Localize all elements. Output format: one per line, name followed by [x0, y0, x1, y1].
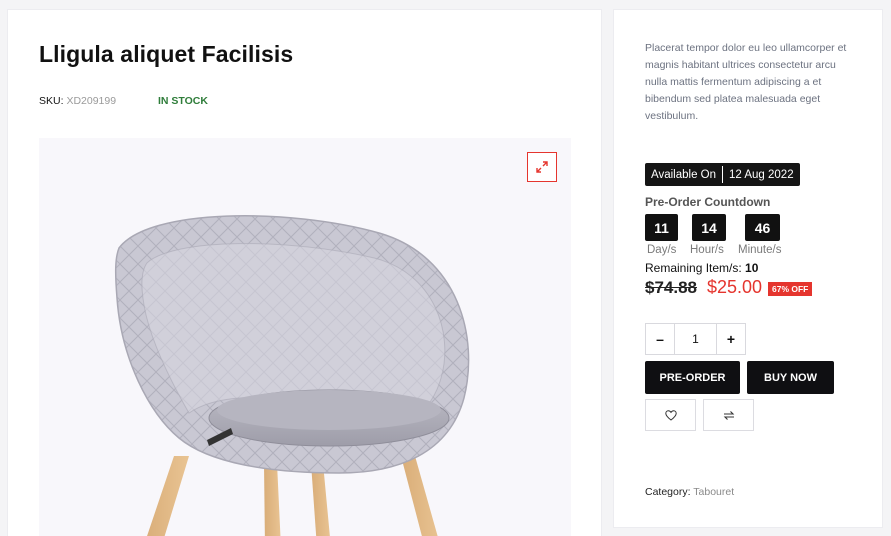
swap-arrows-icon [723, 410, 734, 420]
countdown-days-label: Day/s [647, 244, 677, 256]
product-gallery-card: Lligula aliquet Facilisis SKU: XD209199 … [7, 9, 602, 536]
availability-label: Available On [651, 168, 716, 181]
product-description: Placerat tempor dolor eu leo ullamcorper… [645, 42, 847, 122]
compare-button[interactable] [703, 399, 754, 431]
product-image[interactable] [39, 138, 571, 536]
category-line: Category: Tabouret [645, 486, 734, 498]
countdown-minutes-label: Minute/s [738, 244, 782, 256]
availability-badge: Available On 12 Aug 2022 [645, 163, 800, 186]
category-label: Category: [645, 486, 691, 498]
zoom-button[interactable] [527, 152, 557, 182]
quantity-decrease-button[interactable]: – [646, 324, 674, 354]
chair-image [114, 215, 470, 536]
product-summary-card: Placerat tempor dolor eu leo ullamcorper… [613, 9, 883, 528]
sku-value: XD209199 [66, 95, 117, 107]
quantity-input[interactable]: 1 [674, 324, 717, 354]
product-title: Lligula aliquet Facilisis [39, 41, 294, 67]
sku-label: SKU: [39, 95, 64, 107]
remaining-value: 10 [745, 261, 759, 275]
remaining-items: Remaining Item/s: 10 [645, 261, 758, 275]
sale-price: $25.00 [707, 277, 763, 297]
heart-icon [664, 409, 677, 421]
sku-line: SKU: XD209199 [39, 95, 116, 107]
buy-now-button[interactable]: BUY NOW [747, 361, 834, 394]
countdown-hours: 14 [692, 214, 726, 241]
quantity-stepper: – 1 + [645, 323, 746, 355]
remaining-label: Remaining Item/s: [645, 261, 742, 275]
category-link[interactable]: Tabouret [693, 486, 734, 498]
availability-date: 12 Aug 2022 [729, 168, 794, 181]
preorder-button[interactable]: PRE-ORDER [645, 361, 740, 394]
countdown-minutes: 46 [745, 214, 780, 241]
countdown-title: Pre-Order Countdown [645, 195, 771, 209]
wishlist-button[interactable] [645, 399, 696, 431]
expand-icon [536, 161, 548, 173]
old-price: $74.88 [645, 278, 697, 297]
quantity-increase-button[interactable]: + [717, 324, 745, 354]
discount-badge: 67% OFF [768, 282, 813, 296]
stock-status: IN STOCK [158, 95, 208, 107]
countdown-hours-label: Hour/s [690, 244, 724, 256]
countdown-days: 11 [645, 214, 678, 241]
